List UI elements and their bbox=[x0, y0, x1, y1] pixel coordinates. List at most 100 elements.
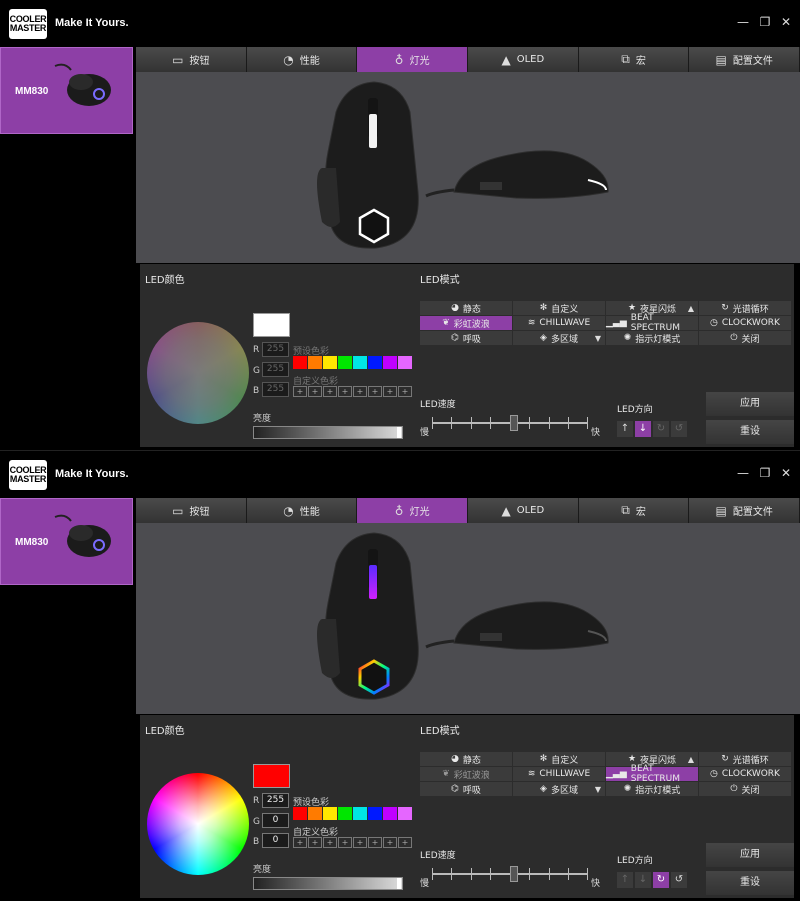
green-input[interactable]: 0 bbox=[262, 813, 289, 828]
arrow-down-icon[interactable]: ↓ bbox=[635, 872, 651, 888]
custom-color-slot[interactable]: + bbox=[368, 837, 382, 848]
arrow-down-icon[interactable]: ↓ bbox=[635, 421, 651, 437]
preset-color-swatch[interactable] bbox=[338, 807, 352, 820]
speed-slider[interactable] bbox=[432, 415, 588, 431]
close-icon[interactable]: ✕ bbox=[779, 466, 793, 480]
tab-performance[interactable]: ◔ 性能 bbox=[246, 47, 358, 72]
blue-input[interactable]: 255 bbox=[262, 382, 289, 397]
custom-color-slot[interactable]: + bbox=[398, 837, 412, 848]
mode-breathing[interactable]: ⌬ 呼吸 bbox=[420, 782, 512, 796]
tab-lighting[interactable]: ♁ 灯光 bbox=[357, 498, 469, 523]
preset-color-swatch[interactable] bbox=[323, 807, 337, 820]
preset-color-swatch[interactable] bbox=[383, 807, 397, 820]
preset-color-swatch[interactable] bbox=[383, 356, 397, 369]
tab-lighting[interactable]: ♁ 灯光 bbox=[357, 47, 469, 72]
speed-slider[interactable] bbox=[432, 866, 588, 882]
preset-color-swatch[interactable] bbox=[368, 356, 382, 369]
mode-beat-spectrum[interactable]: ▁▃▅ BEAT SPECTRUM bbox=[606, 313, 698, 333]
color-wheel[interactable] bbox=[147, 322, 249, 424]
custom-color-slot[interactable]: + bbox=[293, 386, 307, 397]
mode-indicator[interactable]: ✺ 指示灯模式 bbox=[606, 782, 698, 796]
apply-button[interactable]: 应用 bbox=[706, 843, 794, 867]
reset-button[interactable]: 重设 bbox=[706, 420, 794, 444]
mode-spectrum-cycle[interactable]: ↻ 光谱循环 bbox=[699, 752, 791, 766]
mode-chillwave[interactable]: ≋ CHILLWAVE bbox=[513, 767, 605, 781]
brightness-slider[interactable] bbox=[253, 877, 403, 890]
scroll-down-icon[interactable]: ▼ bbox=[595, 334, 601, 343]
mode-multi-zone[interactable]: ◈ 多区域 ▼ bbox=[513, 782, 605, 796]
reset-button[interactable]: 重设 bbox=[706, 871, 794, 895]
preset-color-swatch[interactable] bbox=[353, 807, 367, 820]
custom-color-slot[interactable]: + bbox=[323, 386, 337, 397]
preset-color-swatch[interactable] bbox=[323, 356, 337, 369]
tab-profiles[interactable]: ▤ 配置文件 bbox=[689, 47, 800, 72]
mode-clockwork[interactable]: ◷ CLOCKWORK bbox=[699, 767, 791, 781]
preset-color-swatch[interactable] bbox=[293, 807, 307, 820]
custom-color-slot[interactable]: + bbox=[323, 837, 337, 848]
mode-indicator[interactable]: ✺ 指示灯模式 bbox=[606, 331, 698, 345]
green-input[interactable]: 255 bbox=[262, 362, 289, 377]
brightness-handle[interactable] bbox=[397, 878, 401, 889]
preset-color-swatch[interactable] bbox=[308, 356, 322, 369]
speed-handle[interactable] bbox=[510, 415, 518, 431]
maximize-icon[interactable]: ❐ bbox=[758, 15, 772, 29]
mode-spectrum-cycle[interactable]: ↻ 光谱循环 bbox=[699, 301, 791, 315]
brightness-slider[interactable] bbox=[253, 426, 403, 439]
arrow-up-icon[interactable]: ↑ bbox=[617, 872, 633, 888]
maximize-icon[interactable]: ❐ bbox=[758, 466, 772, 480]
rotate-ccw-icon[interactable]: ↺ bbox=[671, 872, 687, 888]
minimize-icon[interactable]: — bbox=[736, 466, 750, 480]
custom-color-slot[interactable]: + bbox=[308, 837, 322, 848]
tab-macro[interactable]: ⧉ 宏 bbox=[578, 47, 690, 72]
custom-color-slot[interactable]: + bbox=[338, 386, 352, 397]
mode-multi-zone[interactable]: ◈ 多区域 ▼ bbox=[513, 331, 605, 345]
tab-macro[interactable]: ⧉ 宏 bbox=[578, 498, 690, 523]
preset-color-swatch[interactable] bbox=[398, 356, 412, 369]
minimize-icon[interactable]: — bbox=[736, 15, 750, 29]
tab-buttons[interactable]: ▭ 按钮 bbox=[136, 47, 247, 72]
brightness-handle[interactable] bbox=[397, 427, 401, 438]
speed-handle[interactable] bbox=[510, 866, 518, 882]
mode-static[interactable]: ◕ 静态 bbox=[420, 752, 512, 766]
preset-color-swatch[interactable] bbox=[353, 356, 367, 369]
custom-color-slot[interactable]: + bbox=[353, 837, 367, 848]
mode-custom[interactable]: ✻ 自定义 bbox=[513, 301, 605, 315]
device-card-mm830[interactable]: MM830 bbox=[0, 498, 133, 585]
red-input[interactable]: 255 bbox=[262, 793, 289, 808]
preset-color-swatch[interactable] bbox=[293, 356, 307, 369]
mode-static[interactable]: ◕ 静态 bbox=[420, 301, 512, 315]
rotate-cw-icon[interactable]: ↻ bbox=[653, 421, 669, 437]
mode-off[interactable]: ⏻ 关闭 bbox=[699, 331, 791, 345]
custom-color-slot[interactable]: + bbox=[398, 386, 412, 397]
custom-color-slot[interactable]: + bbox=[293, 837, 307, 848]
custom-color-slot[interactable]: + bbox=[383, 386, 397, 397]
rotate-cw-icon[interactable]: ↻ bbox=[653, 872, 669, 888]
custom-color-slot[interactable]: + bbox=[338, 837, 352, 848]
tab-profiles[interactable]: ▤ 配置文件 bbox=[689, 498, 800, 523]
tab-performance[interactable]: ◔ 性能 bbox=[246, 498, 358, 523]
tab-oled[interactable]: ▲ OLED bbox=[468, 47, 579, 72]
preset-color-swatch[interactable] bbox=[368, 807, 382, 820]
device-card-mm830[interactable]: MM830 bbox=[0, 47, 133, 134]
mode-beat-spectrum[interactable]: ▁▃▅ BEAT SPECTRUM bbox=[606, 764, 698, 784]
red-input[interactable]: 255 bbox=[262, 342, 289, 357]
scroll-down-icon[interactable]: ▼ bbox=[595, 785, 601, 794]
custom-color-slot[interactable]: + bbox=[383, 837, 397, 848]
arrow-up-icon[interactable]: ↑ bbox=[617, 421, 633, 437]
preset-color-swatch[interactable] bbox=[308, 807, 322, 820]
mode-custom[interactable]: ✻ 自定义 bbox=[513, 752, 605, 766]
mode-rainbow-wave[interactable]: ❦ 彩虹波浪 bbox=[420, 767, 512, 781]
close-icon[interactable]: ✕ bbox=[779, 15, 793, 29]
tab-oled[interactable]: ▲ OLED bbox=[468, 498, 579, 523]
mode-chillwave[interactable]: ≋ CHILLWAVE bbox=[513, 316, 605, 330]
scroll-up-icon[interactable]: ▲ bbox=[688, 304, 694, 313]
custom-color-slot[interactable]: + bbox=[353, 386, 367, 397]
apply-button[interactable]: 应用 bbox=[706, 392, 794, 416]
scroll-up-icon[interactable]: ▲ bbox=[688, 755, 694, 764]
custom-color-slot[interactable]: + bbox=[308, 386, 322, 397]
preset-color-swatch[interactable] bbox=[398, 807, 412, 820]
preset-color-swatch[interactable] bbox=[338, 356, 352, 369]
rotate-ccw-icon[interactable]: ↺ bbox=[671, 421, 687, 437]
tab-buttons[interactable]: ▭ 按钮 bbox=[136, 498, 247, 523]
mode-breathing[interactable]: ⌬ 呼吸 bbox=[420, 331, 512, 345]
